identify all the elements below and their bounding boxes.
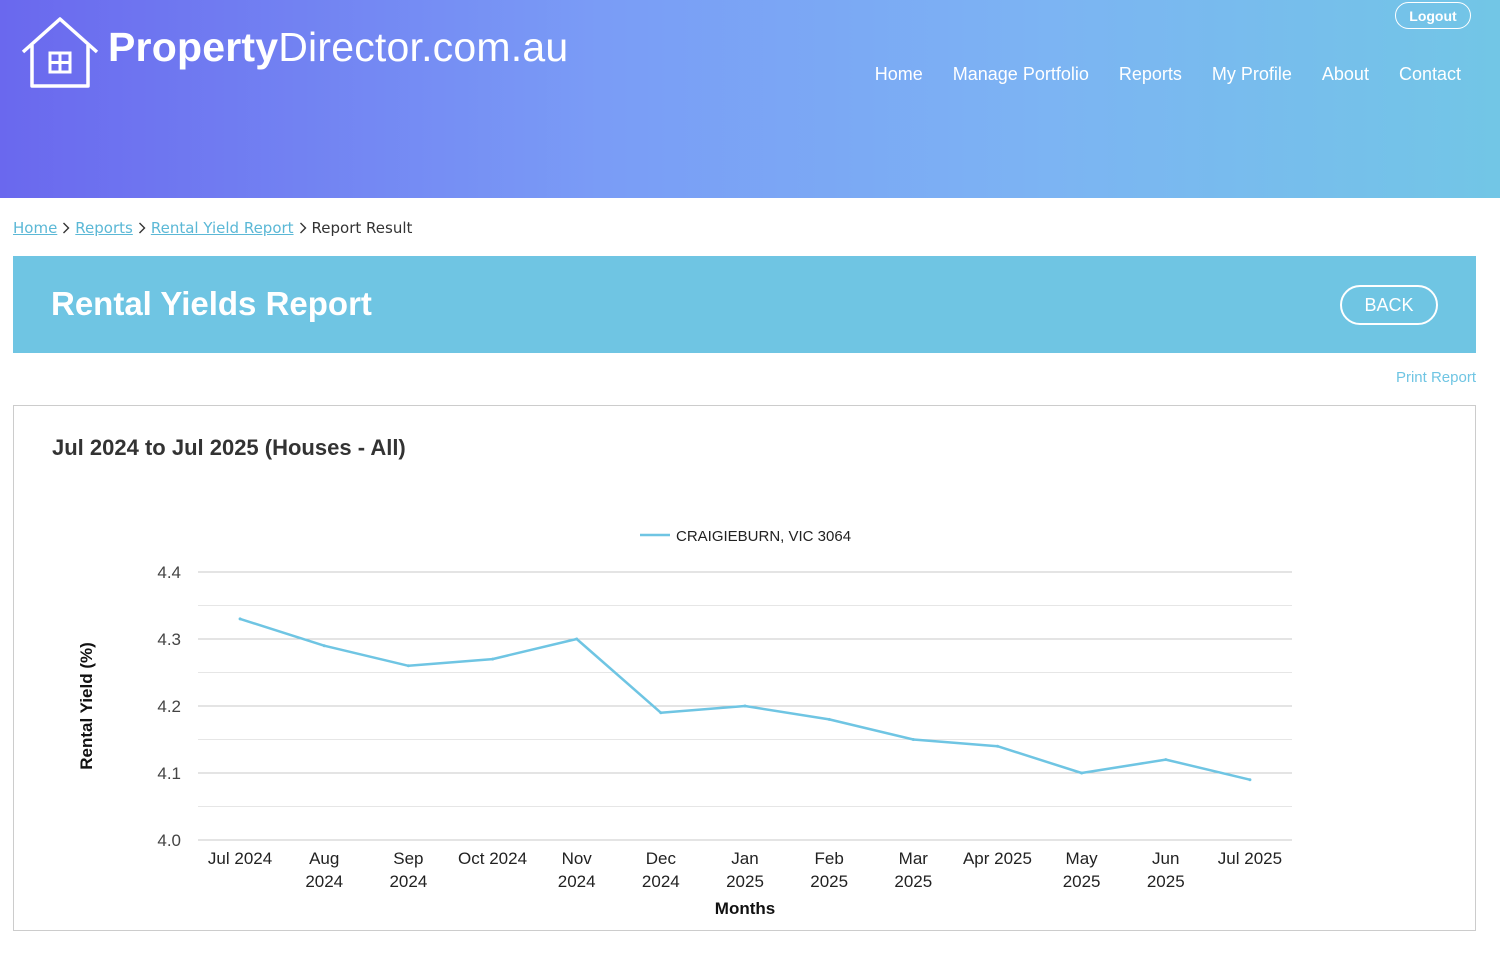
x-tick-label: Apr 2025 (963, 849, 1032, 868)
breadcrumb-home[interactable]: Home (13, 219, 57, 237)
x-tick-label: 2025 (726, 872, 764, 891)
logo-text-bold: Property (108, 23, 279, 70)
logo-text: PropertyDirector.com.au (108, 24, 568, 71)
data-point (1248, 778, 1252, 782)
nav-contact[interactable]: Contact (1399, 64, 1461, 85)
data-point (406, 664, 410, 668)
x-tick-label: 2024 (389, 872, 427, 891)
x-tick-label: Feb (815, 849, 844, 868)
data-point (322, 644, 326, 648)
x-tick-label: May (1066, 849, 1099, 868)
site-header: PropertyDirector.com.au Logout Home Mana… (0, 0, 1500, 198)
legend-label: CRAIGIEBURN, VIC 3064 (676, 528, 851, 545)
y-tick-label: 4.2 (157, 697, 181, 716)
x-tick-label: Mar (899, 849, 929, 868)
series-line (239, 617, 1251, 781)
x-tick-label: 2025 (1063, 872, 1101, 891)
breadcrumb-reports[interactable]: Reports (75, 219, 133, 237)
x-tick-label: 2024 (642, 872, 680, 891)
x-tick-label: 2025 (894, 872, 932, 891)
data-point (827, 717, 831, 721)
data-point (1080, 771, 1084, 775)
logout-button[interactable]: Logout (1395, 2, 1471, 29)
x-tick-label: Sep (393, 849, 423, 868)
page-title: Rental Yields Report (51, 285, 372, 322)
nav-my-profile[interactable]: My Profile (1212, 64, 1292, 85)
site-logo[interactable]: PropertyDirector.com.au (20, 16, 568, 90)
x-tick-label: Jul 2025 (1218, 849, 1282, 868)
breadcrumb-current: Report Result (311, 219, 413, 237)
chevron-right-icon (57, 222, 75, 234)
x-tick-label: Oct 2024 (458, 849, 527, 868)
data-point (238, 617, 242, 621)
nav-reports[interactable]: Reports (1119, 64, 1182, 85)
y-tick-label: 4.1 (157, 764, 181, 783)
nav-home[interactable]: Home (875, 64, 923, 85)
data-point (743, 704, 747, 708)
y-tick-label: 4.4 (157, 563, 181, 582)
house-icon (21, 17, 99, 88)
x-tick-label: Aug (309, 849, 339, 868)
breadcrumb-rental-yield-report[interactable]: Rental Yield Report (151, 219, 294, 237)
x-tick-label: 2025 (810, 872, 848, 891)
data-point (575, 637, 579, 641)
data-point (491, 657, 495, 661)
nav-about[interactable]: About (1322, 64, 1369, 85)
rental-yield-chart: 4.0 4.1 4.2 4.3 4.4 Jul 2024 Aug 2024 Sep 2024 Oct… (77, 528, 1292, 918)
nav-manage-portfolio[interactable]: Manage Portfolio (953, 64, 1089, 85)
breadcrumb: Home Reports Rental Yield Report Report … (13, 219, 412, 237)
back-button[interactable]: BACK (1340, 285, 1438, 325)
chevron-right-icon (294, 222, 312, 234)
report-title-bar: Rental Yields Report BACK (13, 256, 1476, 353)
data-point (659, 711, 663, 715)
x-tick-label: Dec (646, 849, 677, 868)
x-tick-label: Jul 2024 (208, 849, 272, 868)
x-tick-label: Jan (731, 849, 758, 868)
x-tick-label: 2025 (1147, 872, 1185, 891)
y-tick-label: 4.0 (157, 831, 181, 850)
main-nav: Home Manage Portfolio Reports My Profile… (845, 64, 1461, 85)
data-point (1164, 758, 1168, 762)
x-tick-label: 2024 (305, 872, 343, 891)
x-tick-label: Jun (1152, 849, 1179, 868)
logo-text-rest: Director.com.au (278, 23, 569, 70)
data-point (911, 738, 915, 741)
x-axis-label: Months (715, 899, 775, 918)
print-report-link[interactable]: Print Report (1396, 369, 1476, 386)
data-point (995, 744, 999, 748)
y-axis-label: Rental Yield (%) (77, 642, 96, 770)
x-tick-label: Nov (562, 849, 593, 868)
chart-panel: Jul 2024 to Jul 2025 (Houses - All) 4.0 4… (13, 405, 1476, 931)
y-tick-label: 4.3 (157, 630, 181, 649)
chevron-right-icon (133, 222, 151, 234)
x-tick-label: 2024 (558, 872, 596, 891)
